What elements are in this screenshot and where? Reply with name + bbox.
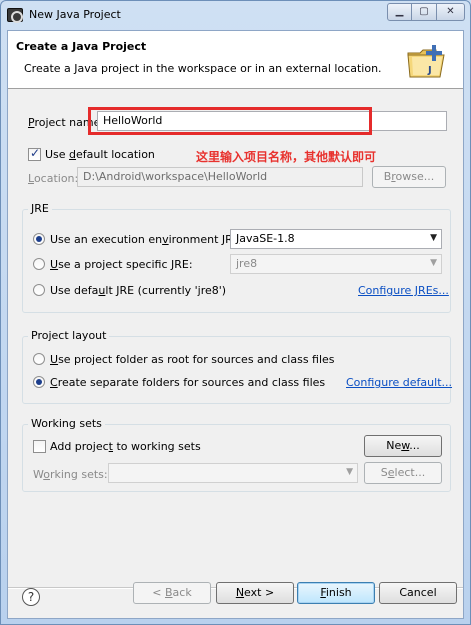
layout-project-root-label[interactable]: Use project folder as root for sources a… [50, 353, 335, 366]
jre-default-label[interactable]: Use default JRE (currently 'jre8') [50, 284, 226, 297]
project-name-label: Project name: [28, 116, 105, 129]
add-to-working-sets-checkbox[interactable] [33, 440, 46, 453]
cancel-button[interactable]: Cancel [379, 582, 457, 604]
minimize-icon: ▁ [395, 6, 404, 17]
minimize-button[interactable]: ▁ [387, 3, 412, 21]
layout-separate-folders-radio[interactable] [33, 376, 45, 388]
svg-text:J: J [427, 65, 432, 76]
use-default-location-checkbox[interactable] [28, 146, 41, 161]
close-icon: ✕ [446, 6, 455, 17]
jre-default-radio[interactable] [33, 284, 45, 296]
working-sets-label: Working sets: [33, 468, 108, 481]
jre-project-specific-label[interactable]: Use a project specific JRE: [50, 258, 193, 271]
next-button[interactable]: Next > [216, 582, 294, 604]
configure-default-link[interactable]: Configure default... [346, 376, 452, 389]
dropdown-arrow-icon: ▼ [430, 233, 437, 243]
banner-title: Create a Java Project [16, 40, 147, 53]
back-button[interactable]: < Back [133, 582, 211, 604]
configure-jres-link[interactable]: Configure JREs... [358, 284, 449, 297]
jre-group-label: JRE [28, 202, 52, 215]
project-layout-group-label: Project layout [28, 329, 110, 342]
close-button[interactable]: ✕ [437, 3, 465, 21]
new-working-set-button[interactable]: New... [364, 435, 442, 457]
dropdown-arrow-icon: ▼ [430, 258, 437, 268]
working-sets-select[interactable]: ▼ [108, 463, 358, 483]
eclipse-icon [7, 8, 23, 23]
project-layout-group [22, 336, 451, 404]
banner-description: Create a Java project in the workspace o… [24, 62, 382, 75]
select-working-sets-button[interactable]: Select... [364, 462, 442, 484]
maximize-button[interactable]: ▢ [412, 3, 437, 21]
window-title: New Java Project [29, 8, 121, 21]
browse-button[interactable]: Browse... [372, 166, 446, 188]
use-default-location-label[interactable]: Use default location [45, 148, 155, 161]
jre-execution-environment-label[interactable]: Use an execution environment JRE: [50, 233, 243, 246]
working-sets-group-label: Working sets [28, 417, 105, 430]
annotation-text: 这里输入项目名称，其他默认即可 [196, 150, 377, 164]
project-name-input[interactable]: HelloWorld [97, 111, 447, 131]
layout-project-root-radio[interactable] [33, 353, 45, 365]
new-project-folder-icon: J [407, 45, 445, 78]
project-specific-jre-select[interactable]: jre8 ▼ [230, 254, 442, 274]
new-java-project-window: New Java Project ▁ ▢ ✕ Create a Java Pro… [0, 0, 471, 625]
help-icon[interactable]: ? [22, 588, 40, 606]
finish-button[interactable]: Finish [297, 582, 375, 604]
dropdown-arrow-icon: ▼ [346, 467, 353, 477]
layout-separate-folders-label[interactable]: Create separate folders for sources and … [50, 376, 325, 389]
maximize-icon: ▢ [419, 6, 429, 17]
dialog-client-area: Create a Java Project Create a Java proj… [7, 30, 464, 619]
wizard-banner: Create a Java Project Create a Java proj… [8, 31, 463, 89]
add-to-working-sets-label[interactable]: Add project to working sets [50, 440, 201, 453]
jre-project-specific-radio[interactable] [33, 258, 45, 270]
location-input[interactable]: D:\Android\workspace\HelloWorld [77, 167, 363, 187]
jre-execution-environment-radio[interactable] [33, 233, 45, 245]
execution-environment-select[interactable]: JavaSE-1.8 ▼ [230, 229, 442, 249]
title-bar[interactable]: New Java Project ▁ ▢ ✕ [1, 1, 470, 29]
location-label: Location: [28, 172, 79, 185]
